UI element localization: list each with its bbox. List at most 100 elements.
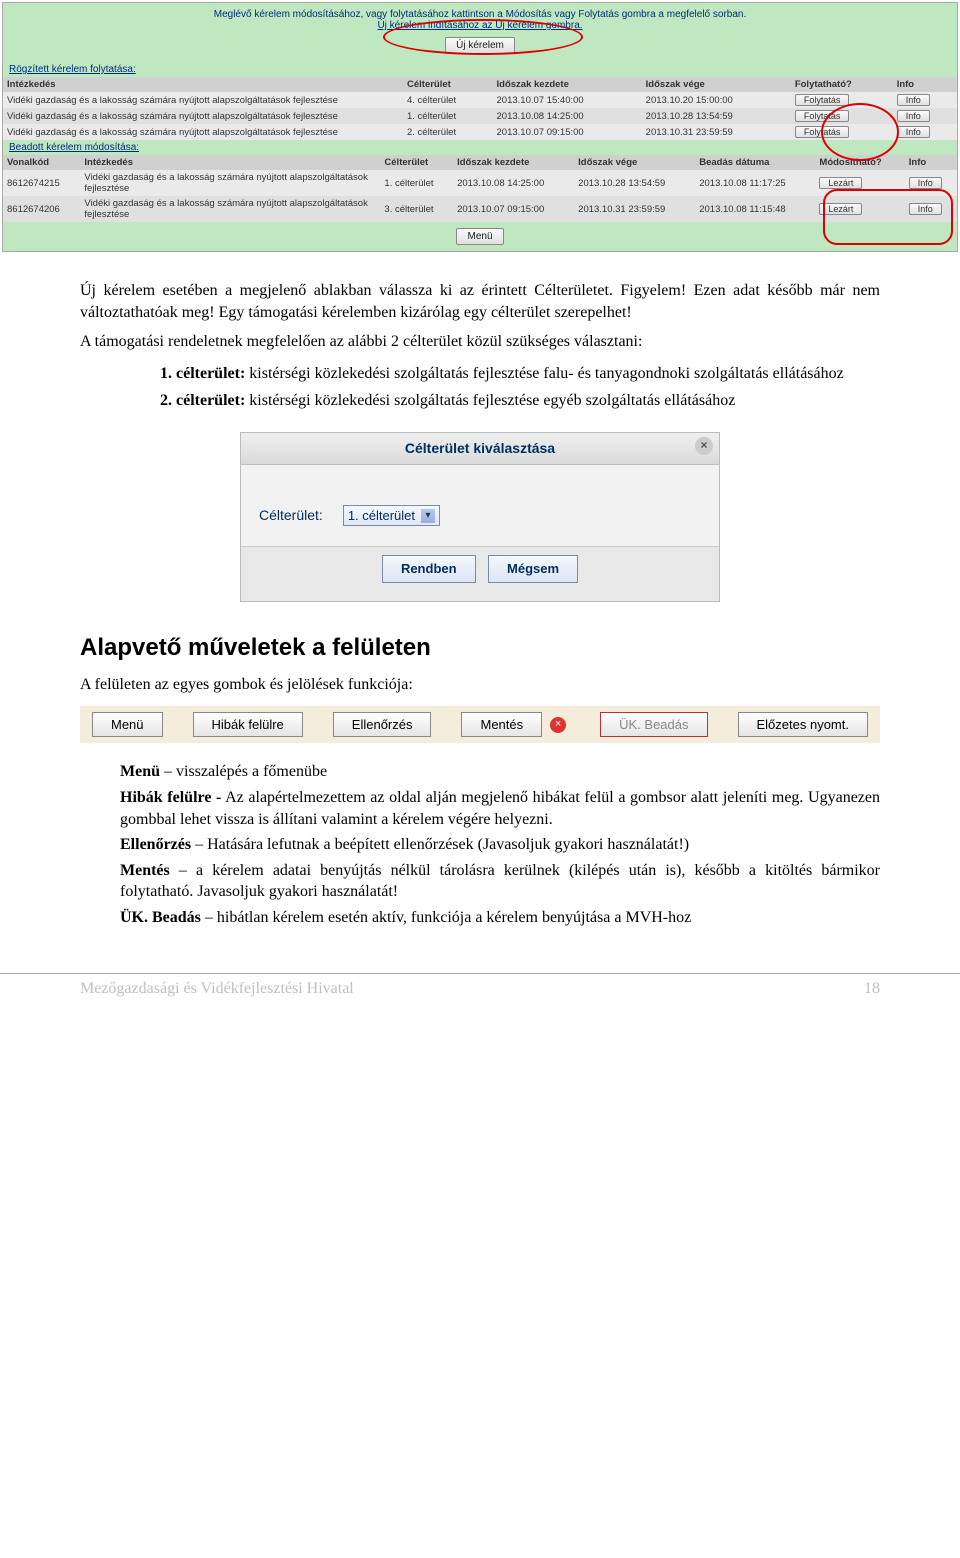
ca1-text: kistérségi közlekedési szolgáltatás fejl… xyxy=(249,365,843,382)
modal-screenshot: Célterület kiválasztása × Célterület: 1.… xyxy=(240,432,720,602)
def-mentes-text: – a kérelem adatai benyújtás nélkül táro… xyxy=(120,862,880,901)
menu-button[interactable]: Menü xyxy=(456,228,503,245)
modal-title: Célterület kiválasztása xyxy=(405,440,555,456)
info-button[interactable]: Info xyxy=(909,203,942,215)
cell: 1. célterület xyxy=(403,108,493,124)
table-row: 8612674206 Vidéki gazdaság és a lakosság… xyxy=(3,196,957,222)
col-modosithato: Módosítható? xyxy=(815,155,904,170)
col-folytathato: Folytatható? xyxy=(791,77,893,92)
continue-button[interactable]: Folytatás xyxy=(795,94,850,106)
cell: 2013.10.07 09:15:00 xyxy=(453,196,574,222)
preview-print-button[interactable]: Előzetes nyomt. xyxy=(738,712,869,738)
cell: 2013.10.07 15:40:00 xyxy=(493,92,642,108)
instr-line-2: Új kérelem indításához az Új kérelem gom… xyxy=(3,20,957,31)
new-request-row: Új kérelem xyxy=(3,33,957,62)
def-uk-text: – hibátlan kérelem esetén aktív, funkció… xyxy=(201,909,691,926)
def-menu-text: – visszalépés a főmenübe xyxy=(160,763,327,780)
col-info: Info xyxy=(905,155,957,170)
cell: 2. célterület xyxy=(403,124,493,140)
info-button[interactable]: Info xyxy=(897,110,930,122)
cell: 1. célterület xyxy=(380,170,453,196)
cell: 2013.10.08 11:15:48 xyxy=(695,196,815,222)
ca2-text: kistérségi közlekedési szolgáltatás fejl… xyxy=(249,392,735,409)
col-info: Info xyxy=(893,77,957,92)
operations-intro: A felületen az egyes gombok és jelölések… xyxy=(80,674,880,696)
info-button[interactable]: Info xyxy=(909,177,942,189)
cell: 8612674206 xyxy=(3,196,80,222)
col-celterulet: Célterület xyxy=(403,77,493,92)
table-row: Vidéki gazdaság és a lakosság számára ny… xyxy=(3,92,957,108)
cell: Vidéki gazdaság és a lakosság számára ny… xyxy=(3,92,403,108)
def-hibak-text: Az alapértelmezettem az oldal alján megj… xyxy=(120,789,880,828)
cell: 2013.10.08 14:25:00 xyxy=(493,108,642,124)
section-title-continue: Rögzített kérelem folytatása: xyxy=(3,62,957,77)
section-title-modify: Beadott kérelem módosítása: xyxy=(3,140,957,155)
col-celterulet: Célterület xyxy=(380,155,453,170)
cell: 2013.10.08 11:17:25 xyxy=(695,170,815,196)
cell: Vidéki gazdaság és a lakosság számára ny… xyxy=(80,196,380,222)
cell: 2013.10.31 23:59:59 xyxy=(574,196,695,222)
continue-button[interactable]: Folytatás xyxy=(795,126,850,138)
error-x-icon: × xyxy=(550,717,566,733)
footer-org: Mezőgazdasági és Vidékfejlesztési Hivata… xyxy=(80,980,354,998)
locked-button: Lezárt xyxy=(819,203,862,215)
section-heading-operations: Alapvető műveletek a felületen xyxy=(80,632,880,664)
info-button[interactable]: Info xyxy=(897,126,930,138)
cell: 3. célterület xyxy=(380,196,453,222)
top-instructions: Meglévő kérelem módosításához, vagy foly… xyxy=(3,3,957,33)
paragraph-1: Új kérelem esetében a megjelenő ablakban… xyxy=(80,280,880,323)
chevron-down-icon: ▾ xyxy=(421,509,435,523)
menu-button[interactable]: Menü xyxy=(92,712,163,738)
def-uk-term: ÜK. Beadás xyxy=(120,909,201,926)
target-area-list: 1. célterület: kistérségi közlekedési sz… xyxy=(160,363,880,412)
def-ellen-text: – Hatására lefutnak a beépített ellenőrz… xyxy=(191,836,689,853)
col-vege: Időszak vége xyxy=(574,155,695,170)
col-kezdet: Időszak kezdete xyxy=(493,77,642,92)
cancel-button[interactable]: Mégsem xyxy=(488,555,578,583)
footer-page-number: 18 xyxy=(864,980,880,998)
select-value: 1. célterület xyxy=(348,507,415,525)
paragraph-2: A támogatási rendeletnek megfelelően az … xyxy=(80,331,880,353)
errors-top-button[interactable]: Hibák felülre xyxy=(193,712,303,738)
close-icon[interactable]: × xyxy=(695,437,713,455)
def-ellen-term: Ellenőrzés xyxy=(120,836,191,853)
app-screenshot-top: Meglévő kérelem módosításához, vagy foly… xyxy=(2,2,958,252)
cell: 2013.10.07 09:15:00 xyxy=(493,124,642,140)
def-mentes-term: Mentés xyxy=(120,862,170,879)
check-button[interactable]: Ellenőrzés xyxy=(333,712,432,738)
continue-table: Intézkedés Célterület Időszak kezdete Id… xyxy=(3,77,957,140)
cell: 2013.10.20 15:00:00 xyxy=(642,92,791,108)
col-beadas: Beadás dátuma xyxy=(695,155,815,170)
def-hibak-term: Hibák felülre - xyxy=(120,789,221,806)
cell: 4. célterület xyxy=(403,92,493,108)
cell: 8612674215 xyxy=(3,170,80,196)
instr-line-1: Meglévő kérelem módosításához, vagy foly… xyxy=(3,9,957,20)
cell: 2013.10.31 23:59:59 xyxy=(642,124,791,140)
cell: 2013.10.08 14:25:00 xyxy=(453,170,574,196)
cell: Vidéki gazdaság és a lakosság számára ny… xyxy=(3,108,403,124)
table-row: 8612674215 Vidéki gazdaság és a lakosság… xyxy=(3,170,957,196)
cell: 2013.10.28 13:54:59 xyxy=(574,170,695,196)
info-button[interactable]: Info xyxy=(897,94,930,106)
save-button[interactable]: Mentés xyxy=(461,712,542,738)
col-intezkedes: Intézkedés xyxy=(3,77,403,92)
col-vonalkod: Vonalkód xyxy=(3,155,80,170)
ok-button[interactable]: Rendben xyxy=(382,555,476,583)
ca1-label: 1. célterület: xyxy=(160,365,245,382)
target-area-select[interactable]: 1. célterület ▾ xyxy=(343,505,440,527)
page-footer: Mezőgazdasági és Vidékfejlesztési Hivata… xyxy=(0,973,960,1008)
cell: Vidéki gazdaság és a lakosság számára ny… xyxy=(80,170,380,196)
ca2-label: 2. célterület: xyxy=(160,392,245,409)
submit-button[interactable]: ÜK. Beadás xyxy=(600,712,707,738)
def-menu-term: Menü xyxy=(120,763,160,780)
new-request-button[interactable]: Új kérelem xyxy=(445,37,515,54)
table-row: Vidéki gazdaság és a lakosság számára ny… xyxy=(3,108,957,124)
table-row: Vidéki gazdaság és a lakosság számára ny… xyxy=(3,124,957,140)
col-vege: Időszak vége xyxy=(642,77,791,92)
definitions: Menü – visszalépés a főmenübe Hibák felü… xyxy=(120,761,880,928)
continue-button[interactable]: Folytatás xyxy=(795,110,850,122)
toolbar-screenshot: Menü Hibák felülre Ellenőrzés Mentés × Ü… xyxy=(80,706,880,744)
modify-table: Vonalkód Intézkedés Célterület Időszak k… xyxy=(3,155,957,222)
modal-header: Célterület kiválasztása × xyxy=(241,433,719,465)
cell: 2013.10.28 13:54:59 xyxy=(642,108,791,124)
